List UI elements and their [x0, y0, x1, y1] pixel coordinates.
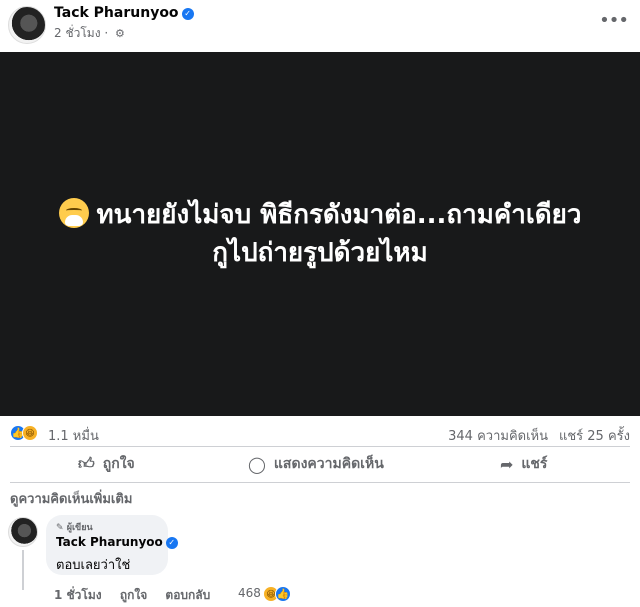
comment-author[interactable]: Tack Pharunyoo — [56, 535, 163, 549]
post-stats: 👍😆 1.1 หมื่น 344 ความคิดเห็น แชร์ 25 ครั… — [0, 421, 640, 445]
share-label: แชร์ — [521, 456, 548, 472]
commenter-avatar[interactable] — [8, 517, 38, 547]
comment-button[interactable]: ◯ แสดงความคิดเห็น — [248, 448, 384, 480]
comment-reaction-count: 468 — [238, 586, 261, 600]
share-arrow-icon: ➦ — [500, 454, 514, 474]
media-text-1: ทนายยังไม่จบ พิธีกรดังมาต่อ...ถามคำเดียว — [96, 200, 582, 230]
action-bar: 👍︎ ถูกใจ ◯ แสดงความคิดเห็น ➦ แชร์ — [0, 448, 640, 482]
author-badge-label: ผู้เขียน — [66, 523, 93, 533]
haha-reaction-icon: 😆 — [22, 425, 38, 441]
author-avatar[interactable] — [8, 6, 46, 44]
post-header: Tack Pharunyoo ✓ 2 ชั่วโมง · ⚙ ••• — [0, 0, 640, 50]
share-count[interactable]: แชร์ 25 ครั้ง — [559, 425, 630, 446]
gear-icon[interactable]: ⚙ — [115, 27, 125, 40]
comment-like-button[interactable]: ถูกใจ — [120, 588, 147, 602]
media-text-line-2: กูไปถ่ายรูปด้วยไหม — [212, 238, 428, 268]
view-more-comments-link[interactable]: ดูความคิดเห็นเพิ่มเติม — [10, 488, 132, 509]
verified-badge-icon: ✓ — [165, 537, 178, 549]
comment-time[interactable]: 1 ชั่วโมง — [54, 588, 102, 602]
divider — [10, 482, 630, 483]
comment-label: แสดงความคิดเห็น — [273, 456, 384, 472]
comment-reply-button[interactable]: ตอบกลับ — [165, 588, 210, 602]
post-meta: 2 ชั่วโมง · ⚙ — [54, 24, 125, 43]
thread-line — [22, 550, 24, 590]
more-horizontal-icon[interactable]: ••• — [599, 10, 629, 31]
post-time[interactable]: 2 ชั่วโมง — [54, 26, 101, 40]
author-badge: ✎ ผู้เขียน — [56, 523, 93, 533]
comment-bubble: ✎ ผู้เขียน Tack Pharunyoo ✓ ตอบเลยว่าใช่ — [46, 515, 178, 575]
verified-badge-icon: ✓ — [181, 8, 194, 20]
comment-count[interactable]: 344 ความคิดเห็น — [448, 425, 548, 446]
like-button[interactable]: 👍︎ ถูกใจ — [78, 448, 135, 480]
like-reaction-icon: 👍 — [274, 586, 291, 602]
comment-author-row: Tack Pharunyoo ✓ — [56, 535, 178, 549]
reaction-icons[interactable]: 👍😆 — [10, 425, 38, 441]
media-text-line-1: ทนายยังไม่จบ พิธีกรดังมาต่อ...ถามคำเดียว — [58, 196, 582, 234]
reaction-count[interactable]: 1.1 หมื่น — [48, 425, 99, 446]
comment-reactions[interactable]: 468 😆👍 — [238, 586, 291, 602]
comment-actions: 1 ชั่วโมง ถูกใจ ตอบกลับ — [54, 586, 224, 605]
divider — [10, 446, 630, 447]
tired-face-emoji-icon — [58, 198, 89, 228]
like-label: ถูกใจ — [102, 456, 135, 472]
thumbs-up-icon: 👍︎ — [78, 454, 95, 473]
author-name-row: Tack Pharunyoo ✓ — [54, 5, 194, 21]
author-name[interactable]: Tack Pharunyoo — [54, 5, 179, 21]
meta-separator: · — [104, 26, 109, 40]
post-media[interactable]: ทนายยังไม่จบ พิธีกรดังมาต่อ...ถามคำเดียว… — [0, 52, 640, 416]
share-button[interactable]: ➦ แชร์ — [500, 448, 547, 480]
speech-bubble-icon: ◯ — [248, 454, 266, 474]
comment-text: ตอบเลยว่าใช่ — [56, 558, 131, 573]
